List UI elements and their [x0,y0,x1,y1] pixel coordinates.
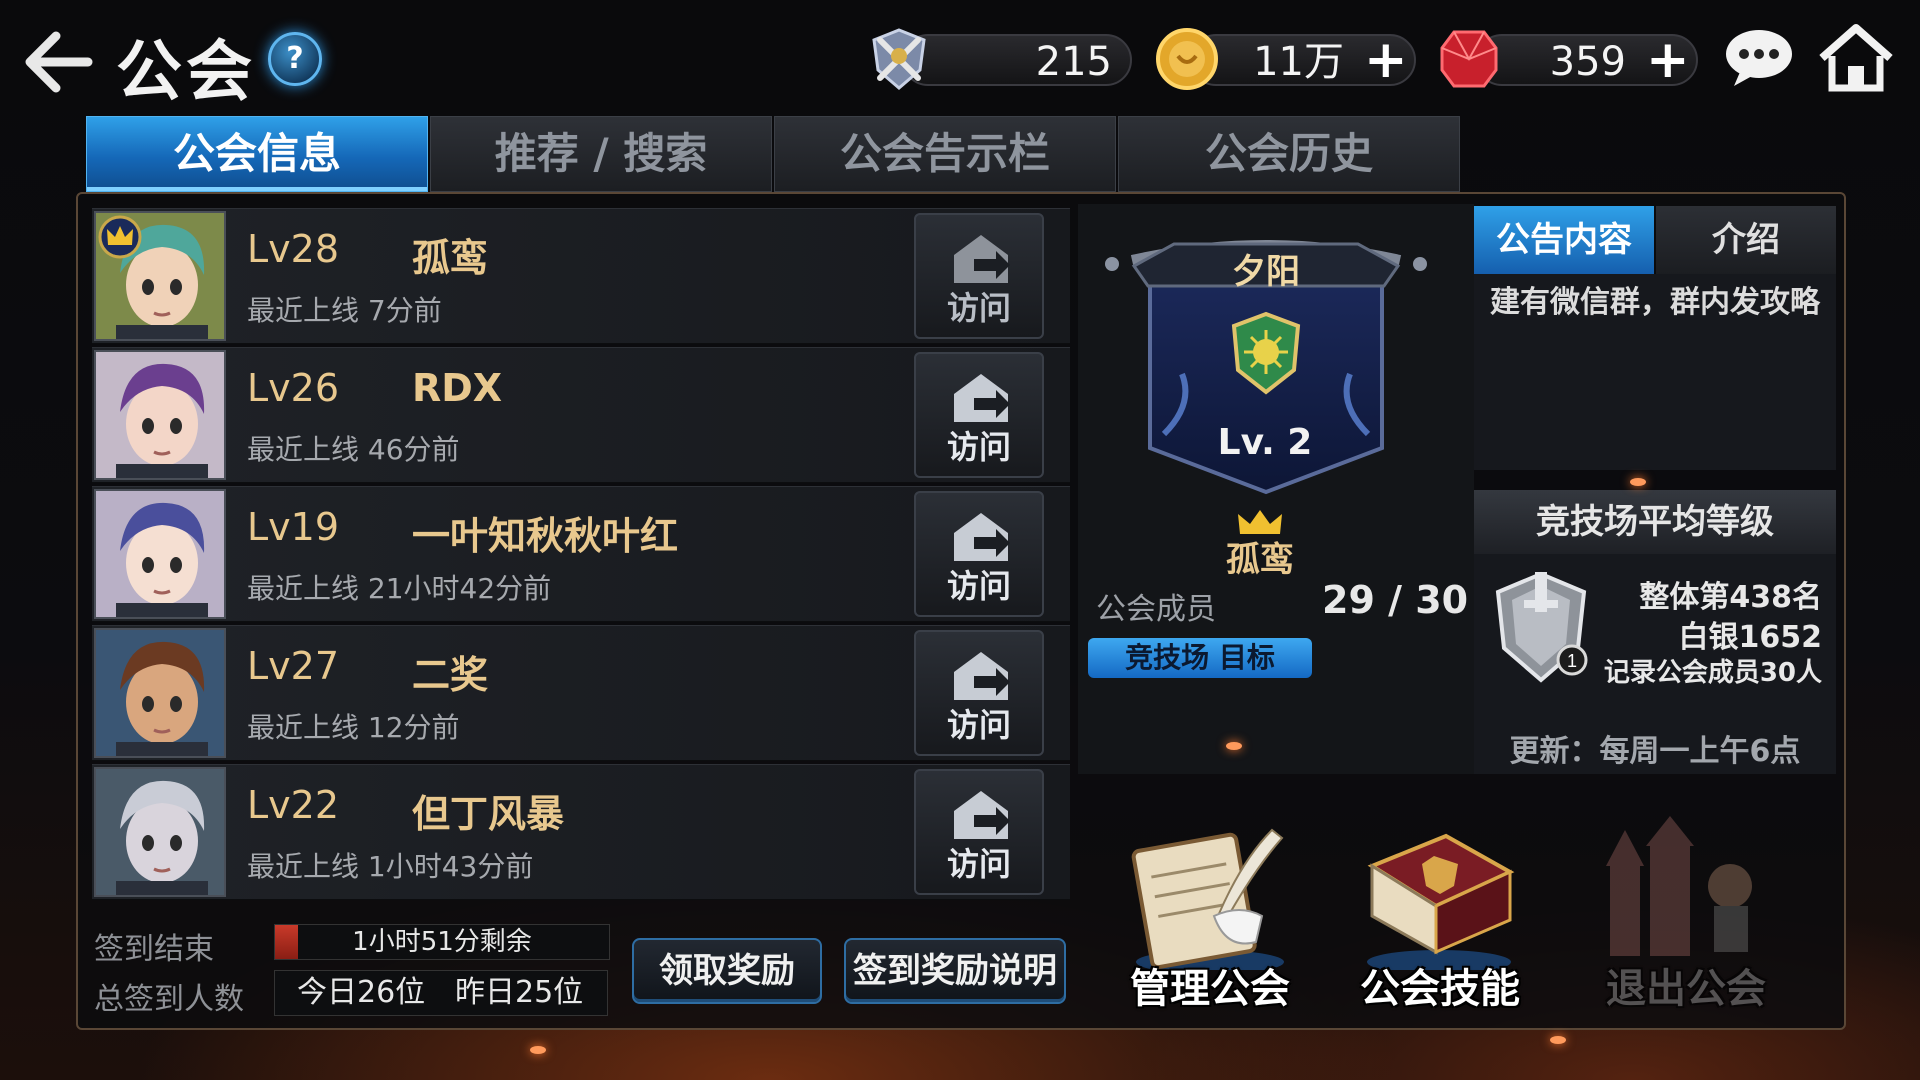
member-portrait-icon [96,352,224,478]
visit-house-icon [954,513,1010,561]
member-last-online: 最近上线 1小时43分前 [247,850,534,883]
visit-button[interactable]: 访问 [914,769,1044,895]
member-level: Lv28 [247,227,340,271]
visit-button-label: 访问 [946,706,1011,744]
tab-guild-history[interactable]: 公会历史 [1118,116,1460,192]
member-name: 二奖 [412,653,489,697]
arena-rank-title: 竞技场平均等级 [1474,490,1836,554]
arena-tier: 白银1652 [1678,620,1823,655]
arena-medal-icon [872,28,926,90]
visit-house-icon [954,374,1010,422]
member-name: RDX [412,366,503,410]
ruby-value: 359 [1549,39,1626,85]
member-row: Lv22 但丁风暴 最近上线 1小时43分前 访问 [92,764,1070,900]
arena-medal-counter: 215 [902,34,1132,86]
claim-reward-button[interactable]: 领取奖励 [632,938,822,1004]
guild-level: Lv. 2 [1217,422,1313,463]
buy-gold-plus-button[interactable]: + [1364,34,1408,86]
ember-particle [1226,742,1242,750]
member-last-online: 最近上线 46分前 [247,433,460,466]
visit-house-icon [954,791,1010,839]
member-name: 但丁风暴 [412,792,565,836]
gold-value: 11万 [1253,39,1344,85]
member-row: Lv26 RDX 最近上线 46分前 访问 [92,347,1070,483]
member-last-online: 最近上线 7分前 [247,294,442,327]
tab-recommend-search[interactable]: 推荐 / 搜索 [430,116,772,192]
tab-guild-notice-board[interactable]: 公会告示栏 [774,116,1116,192]
member-avatar[interactable] [94,628,226,758]
member-avatar[interactable] [94,767,226,897]
member-level: Lv22 [247,783,340,827]
member-avatar[interactable] [94,350,226,480]
visit-button[interactable]: 访问 [914,352,1044,478]
manage-guild-label[interactable]: 管理公会 [1100,956,1320,1014]
guild-name: 夕阳 [1232,252,1300,292]
member-level: Lv26 [247,366,340,410]
signin-reward-info-button[interactable]: 签到奖励说明 [844,938,1066,1004]
back-arrow-icon[interactable] [22,26,94,98]
buy-ruby-plus-button[interactable]: + [1646,34,1690,86]
manage-guild-icon[interactable] [1122,820,1298,970]
member-row: Lv19 一叶知秋秋叶红 最近上线 21小时42分前 访问 [92,486,1070,622]
help-button[interactable]: ? [268,32,322,86]
visit-button[interactable]: 访问 [914,630,1044,756]
member-level: Lv27 [247,644,340,688]
visit-button-label: 访问 [946,428,1011,466]
tab-guild-info[interactable]: 公会信息 [86,116,428,192]
signin-yesterday: 昨日25位 [455,975,584,1010]
signin-today: 今日26位 [297,975,426,1010]
guild-skill-book-icon[interactable] [1354,820,1524,970]
member-avatar[interactable] [94,211,226,341]
arena-target-tag: 竞技场 目标 [1088,638,1312,678]
guild-leader-name: 孤鸾 [1226,540,1294,580]
member-portrait-icon [96,769,224,895]
signin-remaining-text: 1小时51分剩余 [352,927,532,957]
visit-house-icon [954,652,1010,700]
member-name: 一叶知秋秋叶红 [412,514,679,558]
member-level: Lv19 [247,505,340,549]
leave-guild-castle-icon[interactable] [1590,816,1780,966]
leader-badge-icon [98,215,142,259]
member-row: Lv28 孤鸾 最近上线 7分前 访问 [92,208,1070,344]
member-portrait-icon [96,491,224,617]
chat-icon[interactable] [1722,26,1796,90]
arena-overall-rank: 整体第438名 [1639,580,1822,615]
guild-skill-label[interactable]: 公会技能 [1330,956,1550,1014]
gold-coin-icon [1156,28,1218,90]
ember-particle [530,1046,546,1054]
member-last-online: 最近上线 12分前 [247,711,460,744]
page-title: 公会 [116,33,256,110]
home-icon[interactable] [1816,22,1896,92]
arena-medal-value: 215 [1035,39,1112,85]
ember-particle [1630,478,1646,486]
tab-guild-intro[interactable]: 介绍 [1656,206,1836,274]
signin-count-box: 今日26位 昨日25位 [274,970,608,1016]
visit-button-label: 访问 [946,289,1011,327]
visit-house-icon [954,235,1010,283]
tab-notice-content[interactable]: 公告内容 [1474,206,1654,274]
member-avatar[interactable] [94,489,226,619]
guild-members-value: 29 / 30 [1322,578,1469,622]
ruby-gem-icon [1440,30,1498,88]
rank-badge-number: 1 [1567,651,1577,671]
visit-button-label: 访问 [946,567,1011,605]
member-portrait-icon [96,630,224,756]
arena-recorded-members: 记录公会成员30人 [1603,658,1822,688]
member-last-online: 最近上线 21小时42分前 [247,572,552,605]
member-name: 孤鸾 [412,236,489,280]
notice-text: 建有微信群，群内发攻略 [1490,285,1820,320]
visit-button[interactable]: 访问 [914,213,1044,339]
guild-members-label: 公会成员 [1096,592,1216,627]
signin-end-label: 签到结束 [94,932,214,967]
arena-update-schedule: 更新：每周一上午6点 [1509,734,1801,769]
silver-rank-badge-icon: 1 [1495,571,1588,683]
signin-total-label: 总签到人数 [94,982,244,1017]
visit-button-label: 访问 [946,845,1011,883]
ember-particle [1550,1036,1566,1044]
visit-button[interactable]: 访问 [914,491,1044,617]
leave-guild-label[interactable]: 退出公会 [1576,956,1796,1014]
signin-time-bar: 1小时51分剩余 [274,924,610,960]
member-row: Lv27 二奖 最近上线 12分前 访问 [92,625,1070,761]
